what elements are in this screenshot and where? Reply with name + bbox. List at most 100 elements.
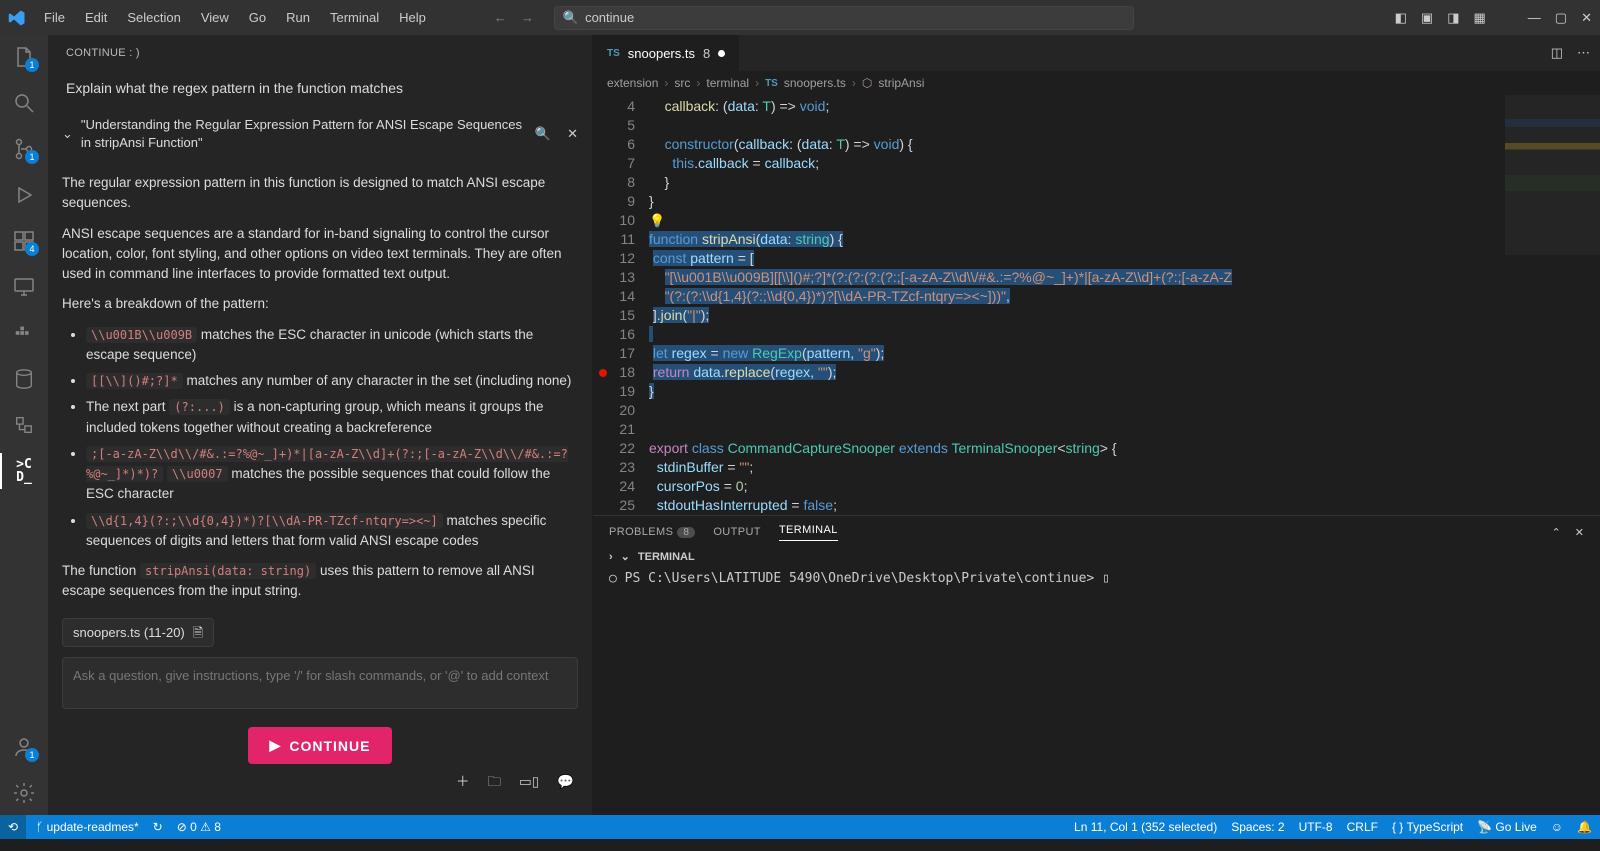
file-chip-label: snoopers.ts (11-20) [73,623,185,643]
editor-area: TS snoopers.ts 8 ◫ ⋯ extension› src› ter… [593,35,1600,815]
status-eol[interactable]: CRLF [1347,820,1378,834]
tab-label: snoopers.ts [628,46,695,61]
panel-tab-output[interactable]: OUTPUT [713,526,761,538]
continue-button-label: CONTINUE [289,738,370,754]
explorer-icon[interactable]: 1 [12,45,36,69]
status-spaces[interactable]: Spaces: 2 [1231,820,1284,834]
chat-input[interactable]: Ask a question, give instructions, type … [62,657,578,709]
menu-run[interactable]: Run [278,6,318,29]
status-notifications-icon[interactable]: 🔔 [1577,820,1592,834]
remote-indicator[interactable]: ⟲ [0,815,26,839]
chat-question: Explain what the regex pattern in the fu… [62,70,578,110]
source-control-icon[interactable]: 1 [12,137,36,161]
bottom-panel: PROBLEMS8 OUTPUT TERMINAL ⌃ ✕ › ⌄ TERMIN… [593,515,1600,815]
accounts-icon[interactable]: 1 [12,735,36,759]
context-file-chip[interactable]: snoopers.ts (11-20) 🗎 [62,618,214,648]
menu-go[interactable]: Go [241,6,274,29]
accounts-badge: 1 [25,748,39,762]
extensions-badge: 4 [25,242,39,256]
layout-secondary-sidebar-icon[interactable]: ◨ [1447,10,1459,26]
ts-icon: TS [607,48,620,59]
problems-badge: 8 [677,527,695,538]
layout-customize-icon[interactable]: ▦ [1474,10,1486,26]
status-language[interactable]: { } TypeScript [1392,820,1463,834]
run-debug-icon[interactable] [12,183,36,207]
code-editor[interactable]: 45678910111213141516171819202122232425 c… [593,95,1600,515]
tab-snoopers[interactable]: TS snoopers.ts 8 [593,35,740,71]
split-editor-icon[interactable]: ◫ [1551,45,1563,61]
breadcrumbs[interactable]: extension› src› terminal› TS snoopers.ts… [593,71,1600,95]
tab-dirty-dot-icon [718,50,725,57]
status-encoding[interactable]: UTF-8 [1299,820,1333,834]
status-branch[interactable]: ᚶ update-readmes* [36,820,139,834]
ts-icon: TS [765,78,778,89]
bullet-5: \\d{1,4}(?:;\\d{0,4})*)?[\\dA-PR-TZcf-nt… [86,511,578,552]
sidebar-title: CONTINUE : ) [48,35,592,70]
status-sync[interactable]: ↻ [153,820,163,834]
terminal-body[interactable]: ○ PS C:\Users\LATITUDE 5490\OneDrive\Des… [593,565,1600,592]
answer-p4: The function stripAnsi(data: string) use… [62,561,578,602]
settings-gear-icon[interactable] [12,781,36,805]
menu-edit[interactable]: Edit [77,6,115,29]
continue-icon[interactable]: >CD_ [12,459,36,483]
search-icon[interactable] [12,91,36,115]
minimap[interactable] [1505,95,1600,515]
chevron-down-icon[interactable]: ⌄ [62,126,73,142]
menu-help[interactable]: Help [391,6,434,29]
window-minimize-icon[interactable]: — [1528,10,1541,25]
menu-terminal[interactable]: Terminal [322,6,387,29]
menu-view[interactable]: View [193,6,237,29]
panel-tab-terminal[interactable]: TERMINAL [779,524,838,541]
crumb-extension[interactable]: extension [607,76,658,90]
bullet-3: The next part (?:...) is a non-capturing… [86,397,578,438]
nav-back-icon[interactable]: ← [494,10,507,25]
status-feedback-icon[interactable]: ☺ [1551,820,1563,834]
continue-button[interactable]: ▶ CONTINUE [248,727,393,764]
bullet-4: ;[-a-zA-Z\\d\\/#&.:=?%@~_]+)*|[a-zA-Z\\d… [86,444,578,505]
bullet-1-code: \\u001B\\u009B [86,327,197,343]
bullet-1: \\u001B\\u009B matches the ESC character… [86,325,578,366]
github-pr-icon[interactable] [12,413,36,437]
answer-p1: The regular expression pattern in this f… [62,173,578,214]
bullet-3-code: (?:...) [169,399,230,415]
new-session-icon[interactable]: ＋ [456,772,470,792]
answer-header: ⌄ "Understanding the Regular Expression … [62,110,578,157]
layout-panel-icon[interactable]: ▣ [1421,10,1433,26]
chat-bubble-icon[interactable]: 💬 [557,772,574,792]
panel-close-icon[interactable]: ✕ [1575,526,1584,539]
code-content[interactable]: callback: (data: T) => void; constructor… [649,95,1505,515]
status-golive[interactable]: 📡 Go Live [1477,820,1537,834]
panel-tab-problems[interactable]: PROBLEMS8 [609,526,695,538]
panel-maximize-icon[interactable]: ⌃ [1552,526,1561,539]
answer-search-icon[interactable]: 🔍 [535,126,551,142]
layout-primary-sidebar-icon[interactable]: ◧ [1395,10,1407,26]
status-selection[interactable]: Ln 11, Col 1 (352 selected) [1074,820,1217,834]
main-menu: File Edit Selection View Go Run Terminal… [36,6,434,29]
menu-file[interactable]: File [36,6,73,29]
file-icon: 🗎 [193,623,203,643]
crumb-file[interactable]: snoopers.ts [784,76,846,90]
nav-forward-icon[interactable]: → [521,10,534,25]
command-center-search[interactable]: 🔍 continue [554,6,1134,30]
chevron-down-icon[interactable]: ⌄ [621,550,630,563]
crumb-terminal[interactable]: terminal [706,76,749,90]
search-value: continue [585,10,634,25]
status-problems[interactable]: ⊘ 0 ⚠ 8 [177,820,221,834]
folder-icon[interactable]: 🗀 [488,772,502,792]
docs-icon[interactable]: ▭▯ [519,772,539,792]
crumb-symbol[interactable]: stripAnsi [878,76,924,90]
extensions-icon[interactable]: 4 [12,229,36,253]
answer-close-icon[interactable]: ✕ [567,126,578,142]
window-close-icon[interactable]: ✕ [1581,10,1592,26]
answer-title: "Understanding the Regular Expression Pa… [81,116,527,151]
search-icon: 🔍 [563,10,579,26]
menu-selection[interactable]: Selection [119,6,188,29]
remote-explorer-icon[interactable] [12,275,36,299]
database-icon[interactable] [12,367,36,391]
tab-problems-badge: 8 [703,46,710,61]
chevron-right-icon[interactable]: › [609,551,613,563]
docker-icon[interactable] [12,321,36,345]
more-actions-icon[interactable]: ⋯ [1577,45,1590,61]
window-maximize-icon[interactable]: ▢ [1555,10,1567,26]
crumb-src[interactable]: src [674,76,690,90]
